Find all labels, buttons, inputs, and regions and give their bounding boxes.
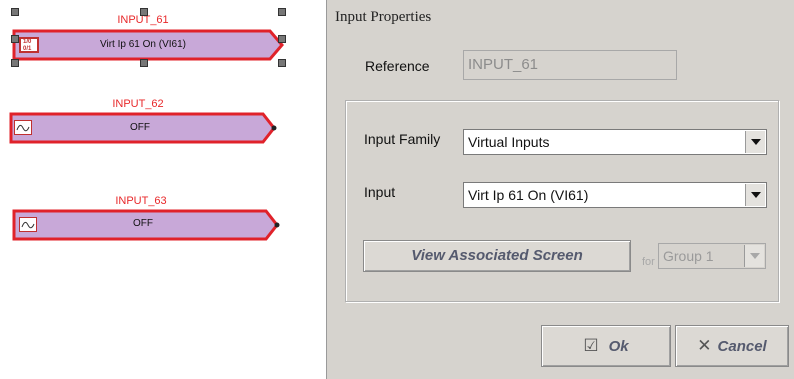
resize-handle-nw[interactable] bbox=[11, 8, 19, 16]
input-select[interactable]: Virt Ip 61 On (VI61) bbox=[463, 182, 767, 208]
view-associated-screen-button[interactable]: View Associated Screen bbox=[363, 240, 631, 272]
resize-handle-w[interactable] bbox=[11, 35, 19, 43]
close-icon: ✕ bbox=[697, 336, 712, 355]
resize-handle-e[interactable] bbox=[278, 35, 286, 43]
group-value: Group 1 bbox=[663, 248, 714, 264]
ok-button[interactable]: ☑ Ok bbox=[541, 325, 671, 367]
cancel-label: Cancel bbox=[717, 337, 767, 355]
ok-label: Ok bbox=[608, 337, 629, 355]
view-associated-screen-label: View Associated Screen bbox=[411, 247, 583, 264]
resize-handle-se[interactable] bbox=[278, 59, 286, 67]
for-label: for bbox=[642, 256, 655, 268]
cancel-button[interactable]: ✕ Cancel bbox=[675, 325, 789, 367]
logic-canvas[interactable]: INPUT_61 1/0 0/1 Virt Ip 61 On (VI61) INP… bbox=[0, 0, 320, 379]
block-label: Virt Ip 61 On (VI61) bbox=[100, 39, 186, 50]
block-label: OFF bbox=[130, 122, 150, 133]
resize-handle-sw[interactable] bbox=[11, 59, 19, 67]
reference-field: INPUT_61 bbox=[463, 50, 677, 80]
resize-handle-ne[interactable] bbox=[278, 8, 286, 16]
group-select: Group 1 bbox=[658, 243, 766, 269]
chevron-down-icon bbox=[744, 245, 764, 267]
input-properties-dialog: Input Properties Reference INPUT_61 Inpu… bbox=[326, 0, 794, 379]
chevron-down-icon[interactable] bbox=[745, 131, 765, 153]
chevron-down-icon[interactable] bbox=[745, 184, 765, 206]
input-label: Input bbox=[364, 184, 396, 200]
resize-handle-s[interactable] bbox=[140, 59, 148, 67]
input-family-select[interactable]: Virtual Inputs bbox=[463, 129, 767, 155]
input-family-label: Input Family bbox=[364, 131, 441, 147]
block-title: INPUT_62 bbox=[112, 98, 164, 110]
checkbox-icon: ☑ bbox=[583, 336, 599, 355]
block-label: OFF bbox=[133, 218, 153, 229]
input-family-value: Virtual Inputs bbox=[468, 134, 550, 150]
resize-handle-n[interactable] bbox=[140, 8, 148, 16]
dialog-title: Input Properties bbox=[335, 9, 432, 25]
input-value: Virt Ip 61 On (VI61) bbox=[468, 187, 589, 203]
block-title: INPUT_63 bbox=[115, 195, 167, 207]
reference-label: Reference bbox=[365, 58, 430, 74]
